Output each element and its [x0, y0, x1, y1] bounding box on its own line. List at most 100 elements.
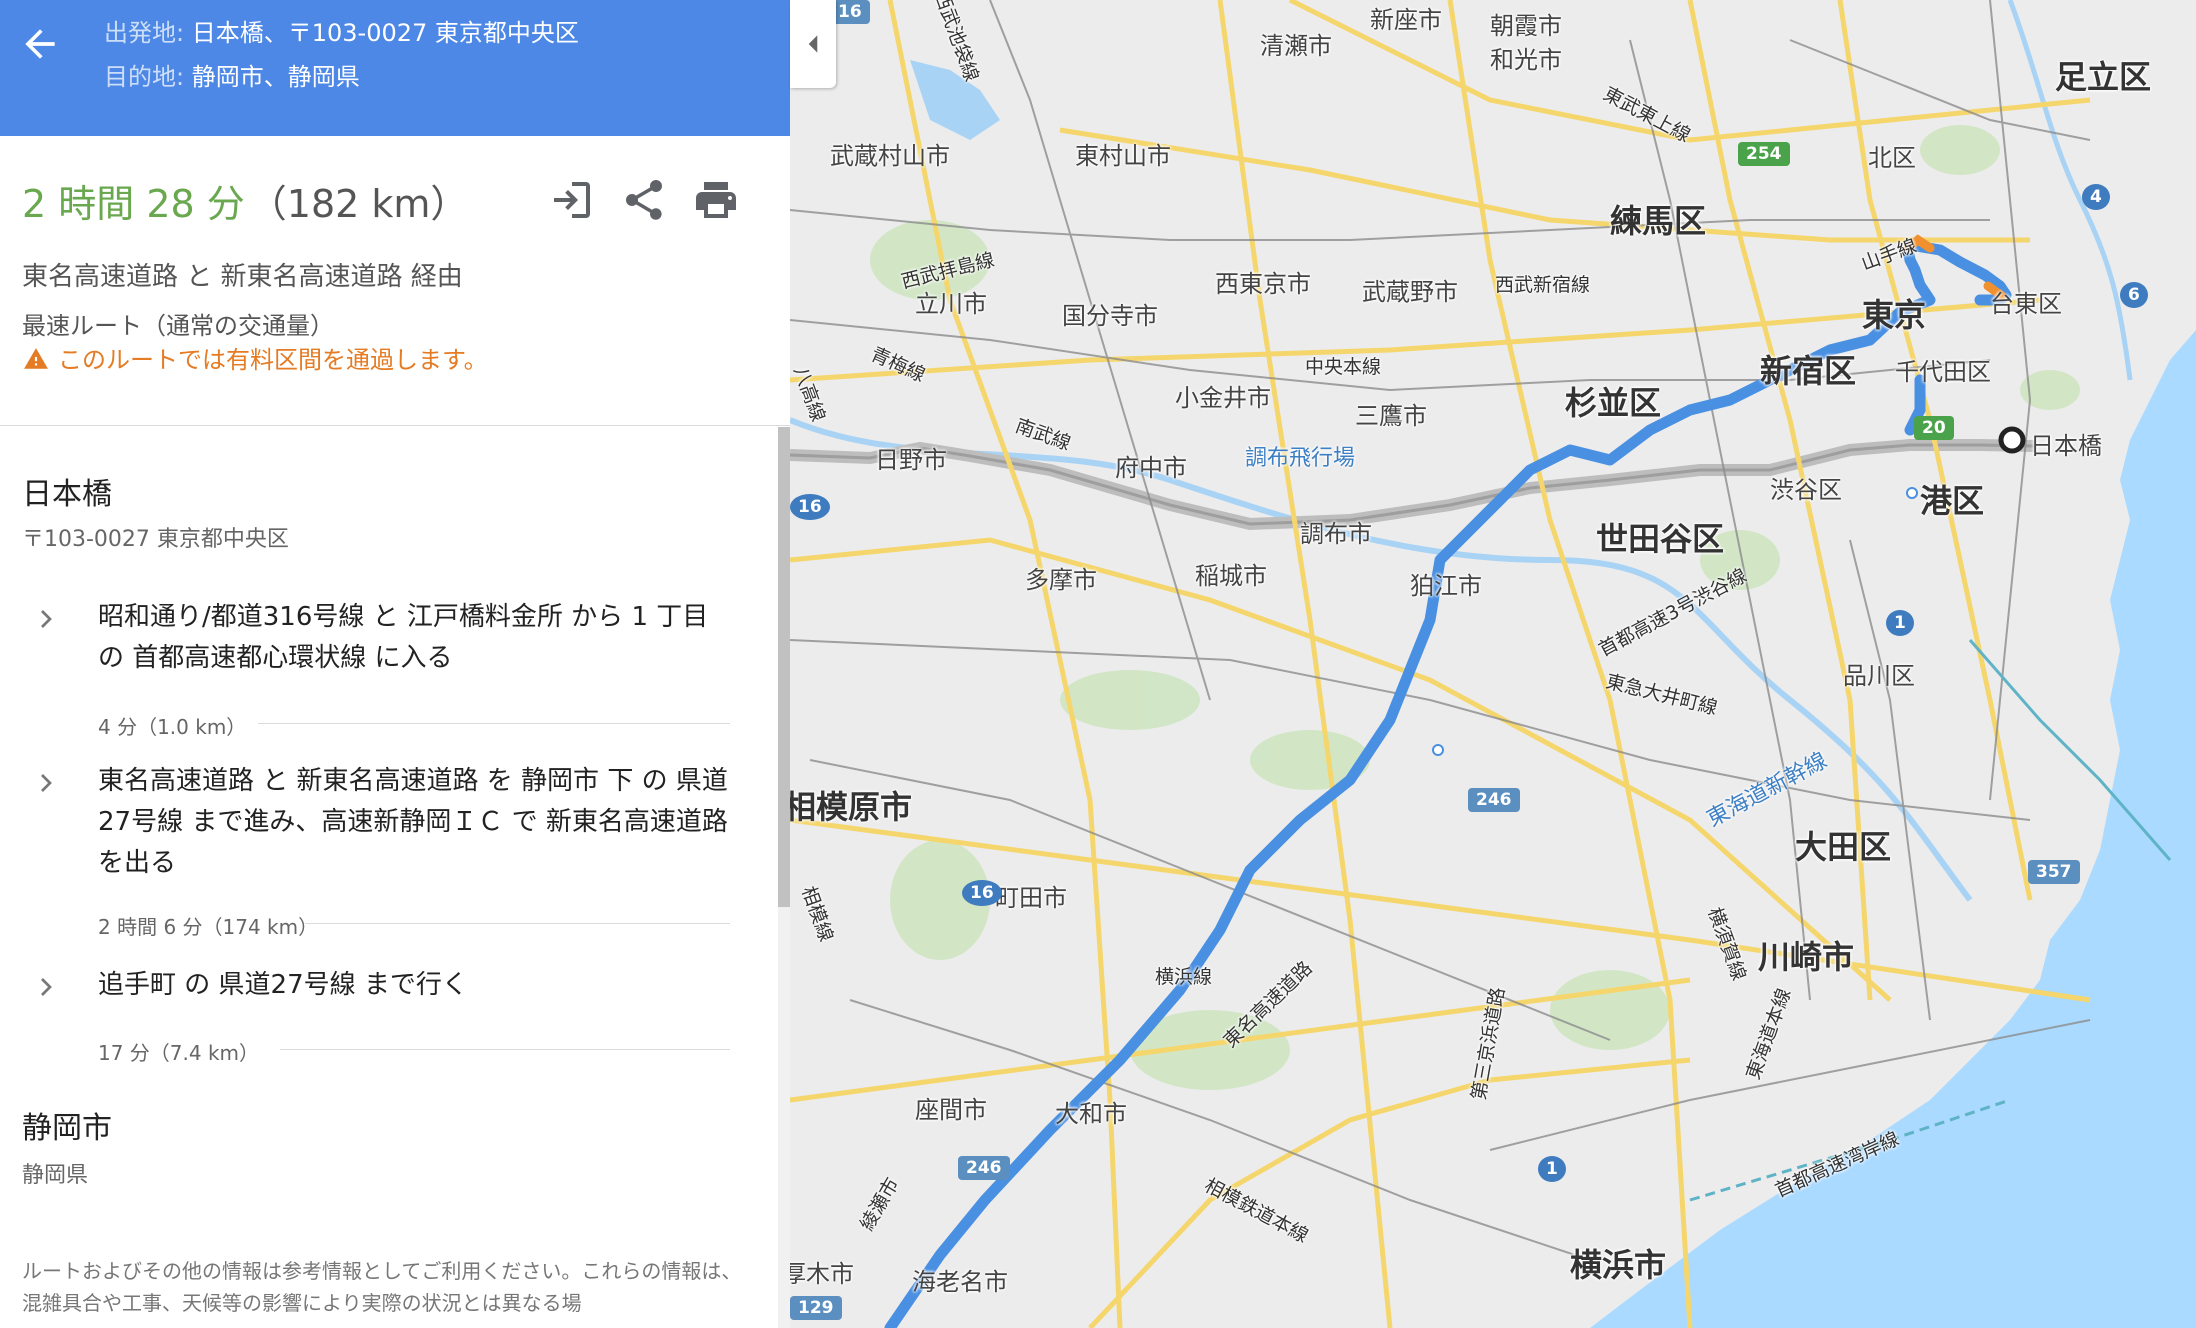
route-shield: 20	[1914, 416, 1954, 440]
map-label: 西東京市	[1215, 270, 1311, 298]
chevron-right-icon[interactable]	[30, 767, 62, 799]
route-shield: 16	[790, 494, 830, 520]
map-label: 川崎市	[1758, 938, 1855, 976]
map-label: 和光市	[1490, 46, 1562, 74]
directions-panel: 出発地: 日本橋、〒103-0027 東京都中央区 目的地: 静岡市、静岡県 2…	[0, 0, 790, 1328]
map-label: 調布市	[1300, 520, 1372, 548]
map-label: 港区	[1920, 482, 1985, 520]
share-icon[interactable]	[620, 176, 668, 224]
map-label: 中央本線	[1305, 356, 1382, 378]
map-label: 三鷹市	[1355, 402, 1427, 430]
map-label: 横浜市	[1570, 1246, 1667, 1284]
step-duration: 17 分（7.4 km）	[98, 1041, 260, 1065]
route-shield: 246	[958, 1156, 1010, 1180]
route-shield: 16	[962, 880, 1002, 906]
map-label: 大田区	[1795, 828, 1892, 866]
warning-icon	[24, 348, 48, 369]
map-label: 座間市	[915, 1096, 987, 1124]
map-label: 台東区	[1990, 290, 2062, 318]
origin-label: 出発地:	[104, 19, 185, 47]
chevron-right-icon[interactable]	[30, 971, 62, 1003]
map-label: 新座市	[1370, 6, 1442, 34]
route-shield: 254	[1738, 142, 1790, 166]
route-via: 東名高速道路 と 新東名高速道路 経由	[22, 262, 463, 292]
map-label: 品川区	[1843, 662, 1915, 690]
directions-steps: 日本橋 〒103-0027 東京都中央区 昭和通り/都道316号線 と 江戸橋料…	[0, 427, 780, 1328]
map-label: 稲城市	[1195, 562, 1267, 590]
route-shield: 129	[790, 1296, 842, 1320]
chevron-left-icon	[808, 35, 818, 53]
map-label: 足立区	[2055, 58, 2152, 96]
map-label: 横浜線	[1155, 966, 1213, 988]
map-label: 狛江市	[1410, 572, 1482, 600]
destination-label: 目的地:	[104, 63, 185, 91]
map-label: 千代田区	[1895, 358, 1991, 386]
map-label: 日野市	[875, 446, 947, 474]
map-label: 西武新宿線	[1495, 274, 1591, 296]
map-label: 新宿区	[1760, 352, 1857, 390]
route-shield: 1	[1886, 610, 1914, 636]
route-shield: 1	[1538, 1156, 1566, 1182]
map-label: 東村山市	[1075, 142, 1171, 170]
map-label: 渋谷区	[1770, 476, 1842, 504]
route-shield: 4	[2082, 184, 2110, 210]
print-icon[interactable]	[692, 176, 740, 224]
map-label: 朝霞市	[1490, 12, 1562, 40]
map-label: 武蔵村山市	[830, 142, 950, 170]
collapse-panel-button[interactable]	[790, 0, 836, 88]
step-duration: 4 分（1.0 km）	[98, 715, 247, 739]
map-label: 府中市	[1115, 454, 1187, 482]
panel-scrollbar-thumb[interactable]	[778, 427, 790, 907]
route-duration: 2 時間 28 分	[22, 182, 245, 226]
map-label: 相模原市	[790, 788, 913, 826]
map-label: 武蔵野市	[1362, 278, 1458, 306]
map-label: 小金井市	[1175, 384, 1271, 412]
disclaimer-text: ルートおよびその他の情報は参考情報としてご利用ください。これらの情報は、混雑具合…	[22, 1259, 742, 1315]
map-label: 日本橋	[2030, 432, 2102, 460]
route-shield: 6	[2120, 282, 2148, 308]
route-distance: （182 km）	[248, 182, 469, 226]
map-base-layer	[790, 0, 2196, 1328]
map-label: 国分寺市	[1062, 302, 1158, 330]
send-to-device-icon[interactable]	[548, 176, 596, 224]
toll-warning-text: このルートでは有料区間を通過します。	[58, 346, 488, 374]
origin-field[interactable]: 出発地: 日本橋、〒103-0027 東京都中央区	[104, 18, 579, 48]
end-place-region: 静岡県	[22, 1163, 89, 1188]
toll-warning: このルートでは有料区間を通過します。	[22, 340, 488, 375]
step-divider	[305, 923, 730, 924]
map-label: 杉並区	[1565, 384, 1662, 422]
map-label: 世田谷区	[1596, 520, 1725, 558]
map-label: 大和市	[1055, 1100, 1127, 1128]
route-header: 出発地: 日本橋、〒103-0027 東京都中央区 目的地: 静岡市、静岡県	[0, 0, 790, 136]
chevron-right-icon[interactable]	[30, 603, 62, 635]
map-label: 東京	[1862, 296, 1927, 334]
step-duration: 2 時間 6 分（174 km）	[98, 915, 319, 939]
route-shield: 246	[1468, 788, 1520, 812]
destination-field[interactable]: 目的地: 静岡市、静岡県	[104, 62, 360, 92]
map-label: 多摩市	[1025, 566, 1097, 594]
map-label: 練馬区	[1610, 202, 1707, 240]
step-divider	[280, 1049, 730, 1050]
route-summary: 2 時間 28 分（182 km） 東名高速道路 と 新東名高速道路 経由 最速…	[0, 136, 790, 426]
step-text: 昭和通り/都道316号線 と 江戸橋料金所 から 1 丁目 の 首都高速都心環状…	[98, 602, 709, 673]
route-shield: 357	[2028, 860, 2080, 884]
map-label: 北区	[1868, 144, 1916, 172]
map-label: 厚木市	[790, 1260, 854, 1288]
end-place-name: 静岡市	[22, 1111, 112, 1146]
map-label: 立川市	[915, 290, 987, 318]
map-canvas[interactable]: 西武池袋線 清瀬市 新座市 朝霞市 和光市 足立区 東武東上線 武蔵村山市 東村…	[790, 0, 2196, 1328]
map-label: 海老名市	[912, 1268, 1008, 1296]
step-divider	[258, 723, 730, 724]
map-label: 調布飛行場	[1245, 446, 1356, 471]
duration-row: 2 時間 28 分（182 km）	[22, 180, 468, 228]
start-place-address: 〒103-0027 東京都中央区	[22, 527, 289, 552]
origin-value: 日本橋、〒103-0027 東京都中央区	[191, 19, 579, 47]
fastest-route-note: 最速ルート（通常の交通量）	[22, 312, 334, 340]
map-label: 町田市	[995, 884, 1067, 912]
back-arrow-icon[interactable]	[18, 22, 62, 66]
start-place-name: 日本橋	[22, 477, 112, 512]
destination-value: 静岡市、静岡県	[191, 63, 360, 91]
step-text: 追手町 の 県道27号線 まで行く	[98, 970, 468, 1000]
step-text: 東名高速道路 と 新東名高速道路 を 静岡市 下 の 県道27号線 まで進み、高…	[98, 766, 728, 878]
map-label: 清瀬市	[1260, 32, 1332, 60]
